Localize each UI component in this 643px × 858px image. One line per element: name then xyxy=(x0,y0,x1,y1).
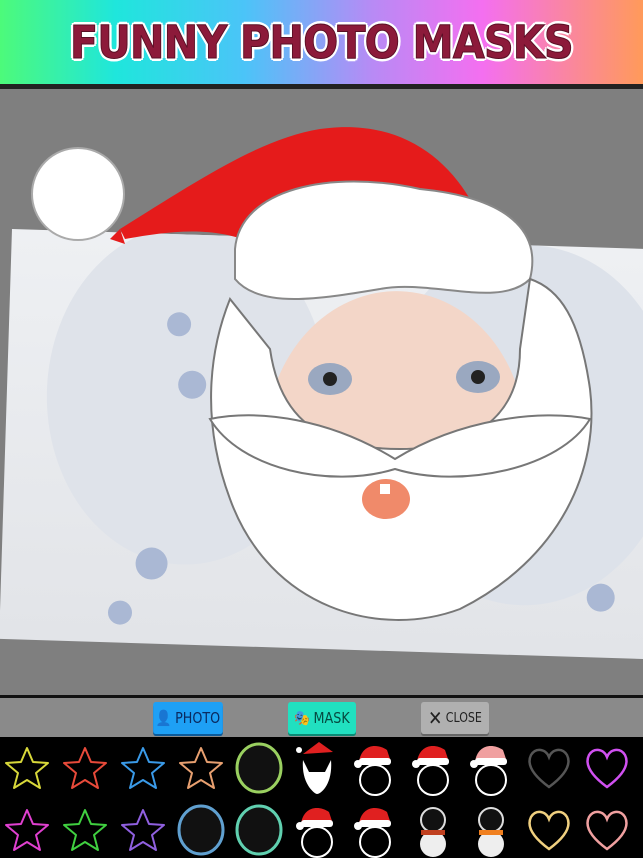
editor-canvas[interactable] xyxy=(0,89,643,695)
bubble-icon xyxy=(235,804,283,856)
title-banner: FUNNY PHOTO MASKS xyxy=(0,0,643,84)
mask-thumb-heart-gold[interactable] xyxy=(523,802,575,858)
mask-thumb-santa-hat-circle[interactable] xyxy=(349,802,401,858)
santa-hat-circle-icon xyxy=(412,746,449,796)
mask-thumb-santa-hat-circle[interactable] xyxy=(291,802,343,858)
mask-thumb-reindeer-snowman[interactable] xyxy=(465,740,517,796)
snowman-scarf-icon xyxy=(420,807,446,857)
mask-thumb-bubble[interactable] xyxy=(175,802,227,858)
heart-gray-icon xyxy=(528,748,570,789)
mask-thumb-star-multicolor[interactable] xyxy=(175,740,227,796)
mask-thumb-santa-hat-circle[interactable] xyxy=(349,740,401,796)
star-red-icon xyxy=(63,747,107,789)
star-glitter-icon xyxy=(121,809,165,851)
santa-hat-circle-icon xyxy=(354,808,391,858)
mask-thumb-star-yellow[interactable] xyxy=(1,740,53,796)
mask-thumb-snowman-circle[interactable] xyxy=(465,802,517,858)
person-icon: 👤 xyxy=(155,709,172,727)
mask-thumb-santa-hat-circle[interactable] xyxy=(407,740,459,796)
mask-thumb-heart-gray[interactable] xyxy=(523,740,575,796)
heart-rainbow-icon xyxy=(586,748,628,789)
theater-masks-icon: 🎭 xyxy=(294,709,311,727)
app-title: FUNNY PHOTO MASKS xyxy=(70,15,575,69)
star-multicolor-icon xyxy=(179,747,223,789)
santa-hat-circle-icon xyxy=(354,746,391,796)
mask-thumb-heart-rainbow[interactable] xyxy=(581,740,633,796)
mask-thumb-star-pink[interactable] xyxy=(1,802,53,858)
reindeer-snowman-icon xyxy=(470,746,507,796)
mask-thumb-bubble[interactable] xyxy=(233,740,285,796)
mask-thumb-bubble[interactable] xyxy=(233,802,285,858)
mask-thumb-star-red[interactable] xyxy=(59,740,111,796)
star-pink-icon xyxy=(5,809,49,851)
star-blue-icon xyxy=(121,747,165,789)
toolbar: 👤 PHOTO 🎭 MASK ✕ CLOSE xyxy=(0,695,643,737)
mask-thumb-star-glitter[interactable] xyxy=(117,802,169,858)
close-button[interactable]: ✕ CLOSE xyxy=(421,702,489,734)
mask-thumb-snowman-scarf[interactable] xyxy=(407,802,459,858)
heart-pink-icon xyxy=(586,810,628,851)
snowman-circle-icon xyxy=(478,807,504,857)
star-yellow-icon xyxy=(5,747,49,789)
mask-thumb-santa-beard[interactable] xyxy=(291,740,343,796)
mask-thumb-star-blue[interactable] xyxy=(117,740,169,796)
heart-gold-icon xyxy=(528,810,570,851)
santa-mask[interactable] xyxy=(0,89,643,695)
x-icon: ✕ xyxy=(428,706,443,730)
photo-button[interactable]: 👤 PHOTO xyxy=(153,702,223,734)
santa-hat-circle-icon xyxy=(296,808,333,858)
santa-beard-icon xyxy=(296,742,333,794)
bubble-icon xyxy=(235,742,283,794)
bubble-icon xyxy=(177,804,225,856)
mask-thumb-heart-pink[interactable] xyxy=(581,802,633,858)
mask-button[interactable]: 🎭 MASK xyxy=(288,702,356,734)
star-green-icon xyxy=(63,809,107,851)
mask-picker[interactable] xyxy=(0,737,643,858)
mask-thumb-star-green[interactable] xyxy=(59,802,111,858)
